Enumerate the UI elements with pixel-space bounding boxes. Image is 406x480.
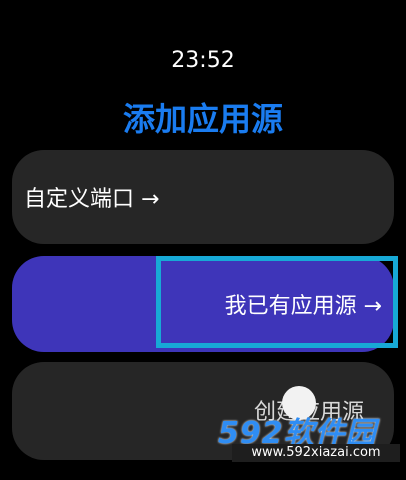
watermark: 592软件园 www.592xiazai.com bbox=[218, 386, 400, 468]
custom-port-label: 自定义端口 → bbox=[24, 187, 160, 212]
status-time: 23:52 bbox=[171, 48, 235, 73]
custom-port-button[interactable]: 自定义端口 → bbox=[12, 150, 394, 244]
page-title: 添加应用源 bbox=[122, 100, 283, 138]
watermark-url: www.592xiazai.com bbox=[232, 444, 400, 462]
focus-highlight bbox=[156, 256, 398, 348]
